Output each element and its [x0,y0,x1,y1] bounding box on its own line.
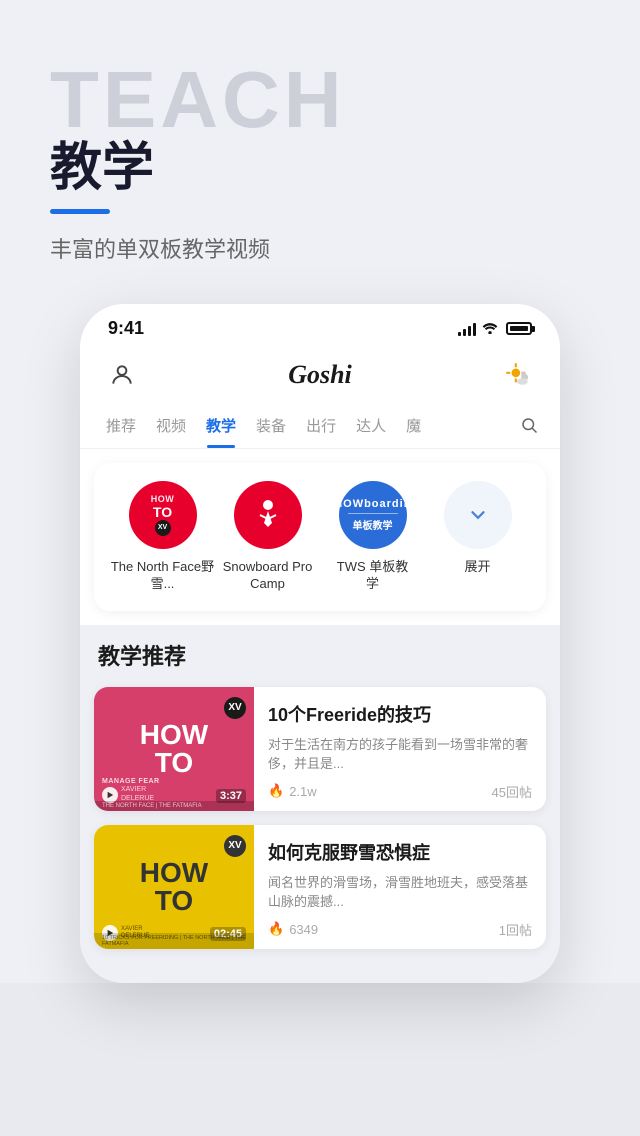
category-expand[interactable]: 展开 [425,481,530,576]
video-thumb-2: HOW TO XV XAVIERDELERUE [94,825,254,949]
hero-subtitle: 丰富的单双板教学视频 [50,232,590,264]
video-desc-1: 对于生活在南方的孩子能看到一场雪非常的奢侈，并且是... [268,735,532,774]
wifi-icon [482,321,498,337]
expand-button[interactable] [444,481,512,549]
fire-icon-2: 🔥 [268,921,284,937]
category-northface[interactable]: HOW TO XV The North Face野雪... [110,481,215,593]
status-bar: 9:41 [80,304,560,347]
tab-master[interactable]: 达人 [346,407,396,448]
category-snowboard[interactable]: Snowboard Pro Camp [215,481,320,593]
tab-gear[interactable]: 装备 [246,407,296,448]
expand-label: 展开 [464,559,490,576]
weather-icon[interactable] [500,357,536,393]
status-time: 9:41 [108,318,144,339]
video-title-1: 10个Freeride的技巧 [268,701,532,727]
signal-icon [458,322,476,336]
video-meta-1: 🔥 2.1w 45回帖 [268,782,532,801]
xv-badge-2: XV [224,835,246,857]
status-icons [458,321,532,337]
fire-icon-1: 🔥 [268,783,284,799]
video-title-2: 如何克服野雪恐惧症 [268,839,532,865]
video-desc-2: 闻名世界的滑雪场，滑雪胜地班夫，感受落基山脉的震撼... [268,873,532,912]
tws-icon: SNOWboarding 单板教学 [339,481,407,549]
category-tws[interactable]: SNOWboarding 单板教学 TWS 单板教学 [320,481,425,593]
comment-count-2: 1回帖 [499,920,532,939]
snowboard-icon [234,481,302,549]
app-header: Goshi [80,347,560,401]
video-card-1[interactable]: HOW TO XV MANAGE FEAR XAVIERDELE [94,687,546,811]
phone-frame: 9:41 [80,304,560,983]
hero-section: TEACH 教学 丰富的单双板教学视频 9:41 [0,0,640,983]
hero-title-en: TEACH [50,60,590,140]
category-row: HOW TO XV The North Face野雪... [110,481,530,593]
tab-video[interactable]: 视频 [146,407,196,448]
tab-more[interactable]: 魔 [396,407,431,448]
hero-title-zh: 教学 [50,140,590,197]
user-icon[interactable] [104,357,140,393]
tab-travel[interactable]: 出行 [296,407,346,448]
nav-tabs: 推荐 视频 教学 装备 出行 达人 魔 [80,401,560,449]
tab-teach[interactable]: 教学 [196,407,246,448]
video-card-2[interactable]: HOW TO XV XAVIERDELERUE [94,825,546,949]
section-title: 教学推荐 [94,639,546,671]
video-thumb-1: HOW TO XV MANAGE FEAR XAVIERDELE [94,687,254,811]
recommend-section: 教学推荐 HOW TO XV MANAGE FEAR [80,625,560,983]
app-logo: Goshi [288,360,352,390]
search-button[interactable] [514,408,544,447]
xv-badge-1: XV [224,697,246,719]
video-info-1: 10个Freeride的技巧 对于生活在南方的孩子能看到一场雪非常的奢侈，并且是… [254,687,546,811]
snowboard-label: Snowboard Pro Camp [215,559,320,593]
tab-recommend[interactable]: 推荐 [96,407,146,448]
northface-label: The North Face野雪... [110,559,215,593]
phone-mockup: 9:41 [50,304,590,983]
tws-label: TWS 单板教学 [337,559,409,593]
view-count-1: 🔥 2.1w [268,783,317,799]
view-count-2: 🔥 6349 [268,921,318,937]
video-info-2: 如何克服野雪恐惧症 闻名世界的滑雪场，滑雪胜地班夫，感受落基山脉的震撼... 🔥… [254,825,546,949]
northface-icon: HOW TO XV [129,481,197,549]
battery-icon [506,322,532,335]
accent-bar [50,209,110,214]
comment-count-1: 45回帖 [492,782,532,801]
category-section: HOW TO XV The North Face野雪... [94,463,546,611]
video-meta-2: 🔥 6349 1回帖 [268,920,532,939]
